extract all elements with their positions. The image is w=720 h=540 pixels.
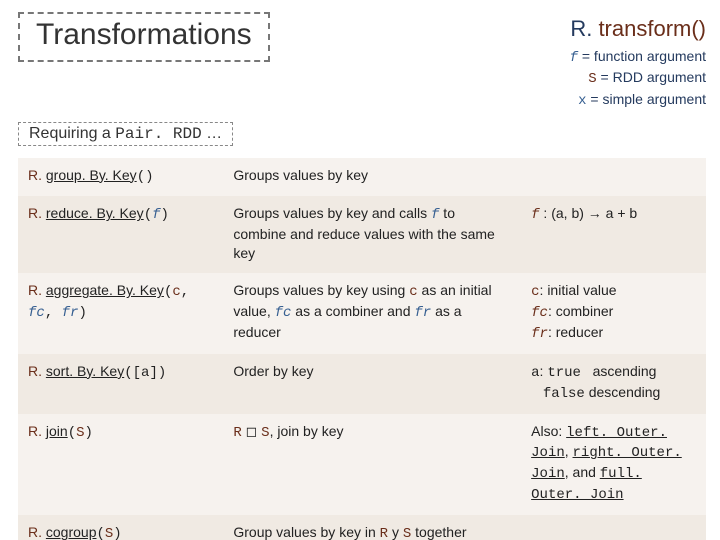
cell-note: Also: left. Outer. Join, right. Outer. J… [521, 414, 706, 516]
cell-signature: R. sort. By. Key([a]) [18, 354, 223, 414]
slide: Transformations R. transform() f = funct… [0, 0, 720, 540]
table-row: R. sort. By. Key([a]) Order by key a: tr… [18, 354, 706, 414]
cell-description: Groups values by key and calls f to comb… [223, 196, 521, 273]
legend-heading: R. transform() [570, 14, 706, 45]
cell-note: f : (a, b) → a + b [521, 196, 706, 273]
cell-description: R ◻ S, join by key [223, 414, 521, 516]
page-title: Transformations [18, 12, 270, 62]
legend: R. transform() f = function argument S =… [570, 12, 706, 112]
table-row: R. group. By. Key() Groups values by key [18, 158, 706, 197]
table-row: R. cogroup(S) Group values by key in R y… [18, 515, 706, 540]
table-row: R. join(S) R ◻ S, join by key Also: left… [18, 414, 706, 516]
api-table: R. group. By. Key() Groups values by key… [18, 158, 706, 540]
subtitle-mono: Pair. RDD [115, 125, 201, 143]
legend-heading-r: R. [570, 16, 598, 41]
table-row: R. aggregate. By. Key(c, fc, fr) Groups … [18, 273, 706, 354]
cell-signature: R. aggregate. By. Key(c, fc, fr) [18, 273, 223, 354]
subtitle: Requiring a Pair. RDD … [18, 122, 233, 146]
cell-description: Groups values by key using c as an initi… [223, 273, 521, 354]
join-symbol-icon: ◻ [242, 423, 261, 439]
cell-note [521, 515, 706, 540]
cell-note: c: initial value fc: combiner fr: reduce… [521, 273, 706, 354]
cell-note [521, 158, 706, 197]
legend-line-f: f = function argument [570, 47, 706, 69]
legend-x-symbol: x [578, 93, 586, 109]
legend-f-text: = function argument [578, 48, 706, 64]
legend-heading-method: transform() [598, 16, 706, 41]
legend-s-symbol: S [588, 71, 596, 87]
cell-signature: R. reduce. By. Key(f) [18, 196, 223, 273]
cell-signature: R. cogroup(S) [18, 515, 223, 540]
cell-description: Order by key [223, 354, 521, 414]
cell-note: a: true ascending false descending [521, 354, 706, 414]
legend-s-text: = RDD argument [597, 69, 706, 85]
header: Transformations R. transform() f = funct… [18, 12, 706, 112]
legend-x-text: = simple argument [587, 91, 706, 107]
subtitle-post: … [202, 125, 222, 142]
legend-line-x: x = simple argument [570, 90, 706, 112]
legend-f-symbol: f [570, 50, 578, 66]
cell-signature: R. group. By. Key() [18, 158, 223, 197]
table-row: R. reduce. By. Key(f) Groups values by k… [18, 196, 706, 273]
cell-description: Groups values by key [223, 158, 521, 197]
legend-line-s: S = RDD argument [570, 68, 706, 90]
cell-description: Group values by key in R y S together [223, 515, 521, 540]
subtitle-pre: Requiring a [29, 125, 115, 142]
cell-signature: R. join(S) [18, 414, 223, 516]
